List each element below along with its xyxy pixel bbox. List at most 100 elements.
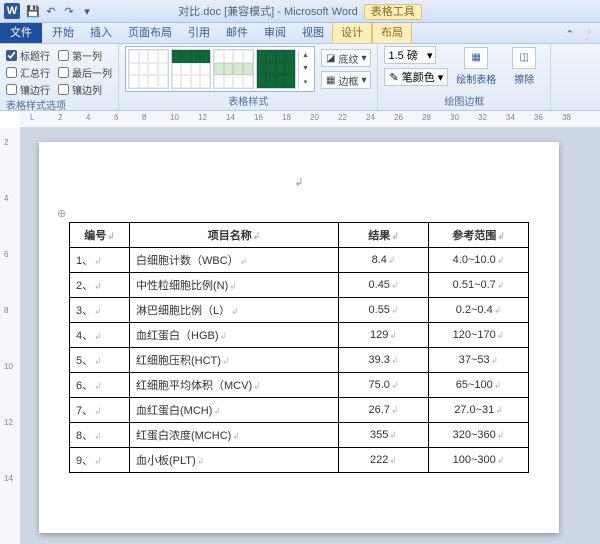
cell-name[interactable]: 血红蛋白（HGB)↲ [130,323,339,348]
group-table-style-options: 标题行 汇总行 镶边行 第一列 最后一列 镶边列 表格样式选项 [0,44,119,110]
data-table[interactable]: 编号↲ 项目名称↲ 结果↲ 参考范围↲ 1、↲白细胞计数（WBC）↲8.4↲4.… [69,222,529,473]
cell-no[interactable]: 3、↲ [70,298,130,323]
pen-color-icon: ✎ [389,71,398,84]
tab-home[interactable]: 开始 [44,21,82,43]
cell-name[interactable]: 血小板(PLT)↲ [130,448,339,473]
th-result[interactable]: 结果↲ [339,223,429,248]
table-move-handle[interactable]: ⊕ [57,207,529,220]
cell-no[interactable]: 9、↲ [70,448,130,473]
qat-save-button[interactable]: 💾 [26,4,40,18]
cell-name[interactable]: 血红蛋白(MCH)↲ [130,398,339,423]
cell-ref[interactable]: 0.51~0.7↲ [429,273,529,298]
cell-name[interactable]: 红细胞平均体积（MCV)↲ [130,373,339,398]
chk-header-row[interactable]: 标题行 [6,48,50,63]
table-row[interactable]: 5、↲红细胞压积(HCT)↲39.3↲37~53↲ [70,348,529,373]
ribbon-minimize-button[interactable]: ⌃ [565,28,574,41]
cell-ref[interactable]: 120~170↲ [429,323,529,348]
tab-page-layout[interactable]: 页面布局 [120,21,180,43]
th-no[interactable]: 编号↲ [70,223,130,248]
table-row[interactable]: 8、↲红蛋白浓度(MCHC)↲355↲320~360↲ [70,423,529,448]
th-name[interactable]: 项目名称↲ [130,223,339,248]
cell-ref[interactable]: 0.2~0.4↲ [429,298,529,323]
tab-table-design[interactable]: 设计 [332,20,372,43]
cell-name[interactable]: 中性粒细胞比例(N)↲ [130,273,339,298]
cell-name[interactable]: 淋巴细胞比例（L）↲ [130,298,339,323]
style-thumb-dark[interactable] [256,49,297,89]
document-scroll-area[interactable]: ↲ ⊕ 编号↲ 项目名称↲ 结果↲ 参考范围↲ 1、↲白细 [21,128,600,544]
cell-result[interactable]: 129↲ [339,323,429,348]
gallery-scroll-down[interactable]: ▼ [299,62,312,75]
cell-no[interactable]: 2、↲ [70,273,130,298]
chk-last-col[interactable]: 最后一列 [58,65,112,80]
cell-result[interactable]: 0.55↲ [339,298,429,323]
cell-ref[interactable]: 65~100↲ [429,373,529,398]
borders-icon: ▦ [326,75,335,86]
tab-table-layout[interactable]: 布局 [372,20,412,43]
cell-name[interactable]: 红蛋白浓度(MCHC)↲ [130,423,339,448]
document-name: 对比.doc [178,6,221,18]
cell-result[interactable]: 222↲ [339,448,429,473]
cell-ref[interactable]: 37~53↲ [429,348,529,373]
contextual-tab-title: 表格工具 [364,4,422,20]
tab-references[interactable]: 引用 [180,21,218,43]
table-row[interactable]: 6、↲红细胞平均体积（MCV)↲75.0↲65~100↲ [70,373,529,398]
gallery-more[interactable]: ▾ [299,76,312,89]
eraser-button[interactable]: ◫ 擦除 [504,47,544,86]
style-thumb-header[interactable] [171,49,212,89]
qat-redo-button[interactable]: ↷ [62,4,76,18]
chk-total-row[interactable]: 汇总行 [6,65,50,80]
cell-result[interactable]: 355↲ [339,423,429,448]
cell-no[interactable]: 1、↲ [70,248,130,273]
horizontal-ruler[interactable]: L2468101214161820222426283032343638 [20,111,600,128]
table-row[interactable]: 2、↲中性粒细胞比例(N)↲0.45↲0.51~0.7↲ [70,273,529,298]
cell-ref[interactable]: 320~360↲ [429,423,529,448]
cell-result[interactable]: 0.45↲ [339,273,429,298]
cell-result[interactable]: 75.0↲ [339,373,429,398]
cell-no[interactable]: 7、↲ [70,398,130,423]
cell-no[interactable]: 4、↲ [70,323,130,348]
cell-ref[interactable]: 4.0~10.0↲ [429,248,529,273]
tab-review[interactable]: 审阅 [256,21,294,43]
tab-mailings[interactable]: 邮件 [218,21,256,43]
pen-width-stepper[interactable]: 1.5 磅 ▾ [384,46,436,64]
cell-name[interactable]: 白细胞计数（WBC）↲ [130,248,339,273]
cell-result[interactable]: 39.3↲ [339,348,429,373]
shading-button[interactable]: ◪ 底纹 ▾ [321,49,371,67]
borders-button[interactable]: ▦ 边框 ▾ [321,71,371,89]
table-row[interactable]: 7、↲血红蛋白(MCH)↲26.7↲27.0~31↲ [70,398,529,423]
chk-banded-rows[interactable]: 镶边行 [6,82,50,97]
draw-table-button[interactable]: ▦ 绘制表格 [456,47,496,86]
pen-color-button[interactable]: ✎ 笔颜色 ▾ [384,68,448,86]
cell-result[interactable]: 26.7↲ [339,398,429,423]
cell-no[interactable]: 8、↲ [70,423,130,448]
table-row[interactable]: 1、↲白细胞计数（WBC）↲8.4↲4.0~10.0↲ [70,248,529,273]
word-logo-icon: W [4,3,20,19]
th-ref[interactable]: 参考范围↲ [429,223,529,248]
table-styles-gallery[interactable]: ▲ ▼ ▾ [125,46,315,92]
style-thumb-plain[interactable] [128,49,169,89]
qat-customize-button[interactable]: ▾ [80,4,94,18]
help-button[interactable]: ❔ [580,28,594,41]
chk-banded-cols[interactable]: 镶边列 [58,82,112,97]
tab-insert[interactable]: 插入 [82,21,120,43]
tab-view[interactable]: 视图 [294,21,332,43]
cell-no[interactable]: 5、↲ [70,348,130,373]
cell-result[interactable]: 8.4↲ [339,248,429,273]
table-row[interactable]: 9、↲血小板(PLT)↲222↲100~300↲ [70,448,529,473]
vertical-ruler[interactable]: 2468101214 [0,128,21,544]
qat-undo-button[interactable]: ↶ [44,4,58,18]
cell-ref[interactable]: 100~300↲ [429,448,529,473]
tab-file[interactable]: 文件 [0,21,42,43]
gallery-scroll-up[interactable]: ▲ [299,49,312,62]
cell-name[interactable]: 红细胞压积(HCT)↲ [130,348,339,373]
chk-first-col[interactable]: 第一列 [58,48,112,63]
shading-label: 底纹 [338,51,358,66]
cell-no[interactable]: 6、↲ [70,373,130,398]
table-row[interactable]: 3、↲淋巴细胞比例（L）↲0.55↲0.2~0.4↲ [70,298,529,323]
table-row[interactable]: 4、↲血红蛋白（HGB)↲129↲120~170↲ [70,323,529,348]
draw-table-label: 绘制表格 [456,71,496,86]
borders-label: 边框 [338,73,358,88]
style-thumb-banded[interactable] [213,49,254,89]
table-header-row[interactable]: 编号↲ 项目名称↲ 结果↲ 参考范围↲ [70,223,529,248]
cell-ref[interactable]: 27.0~31↲ [429,398,529,423]
